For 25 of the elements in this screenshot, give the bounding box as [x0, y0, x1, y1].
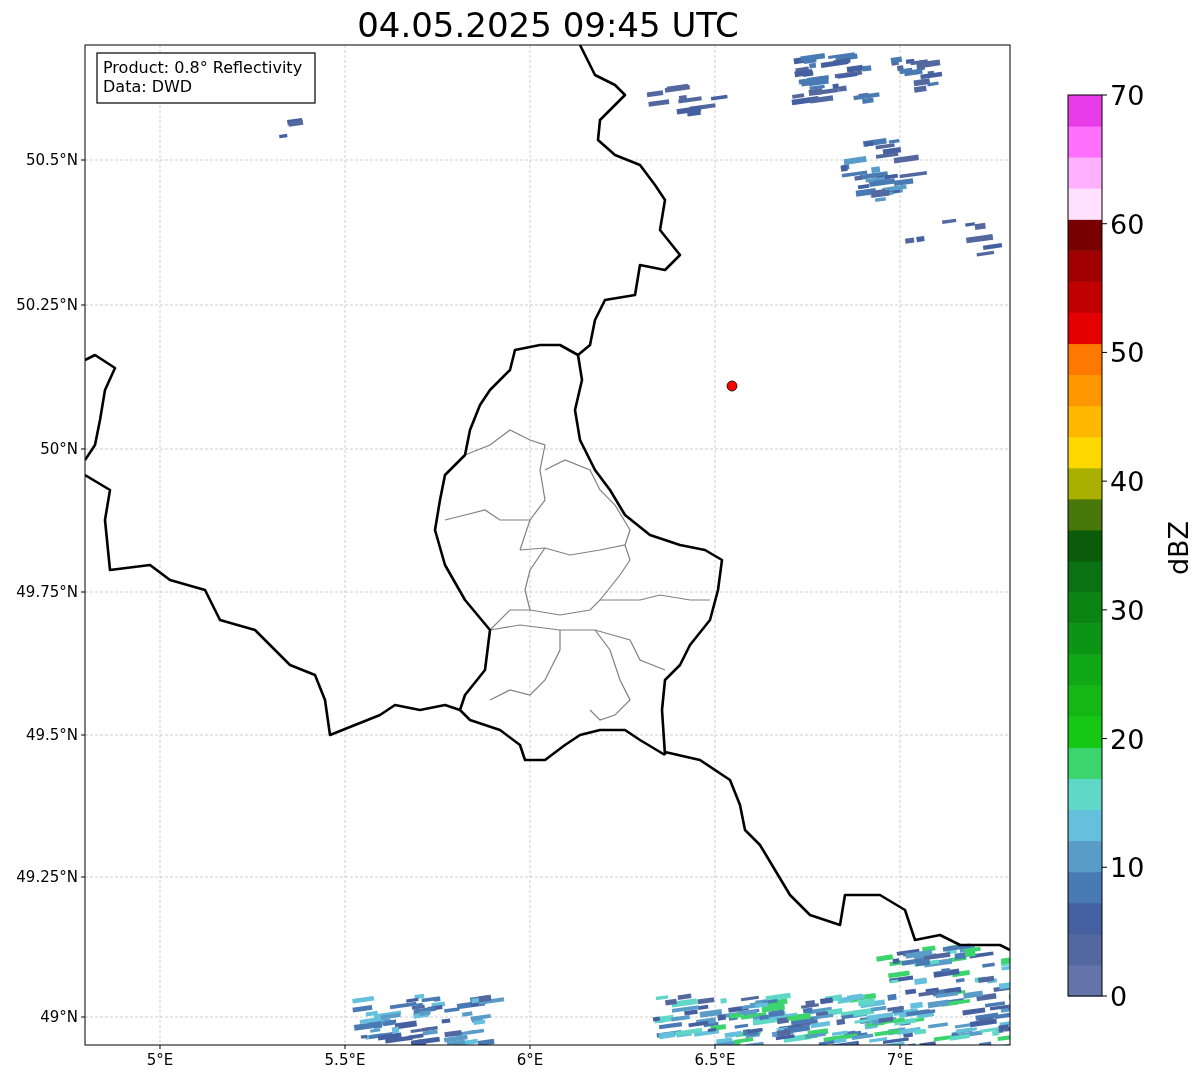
colorbar-tick-label: 70	[1110, 80, 1145, 111]
axis-tick-label: 7°E	[886, 1051, 914, 1069]
axis-tick-label: 49.25°N	[16, 868, 78, 886]
colorbar-tick-label: 0	[1110, 981, 1128, 1012]
radar-site-icon	[726, 380, 738, 392]
axis-tick-label: 50°N	[40, 440, 78, 458]
axis-tick-label: 49.75°N	[16, 583, 78, 601]
colorbar-tick-label: 10	[1110, 852, 1145, 884]
axis-tick-label: 6.5°E	[694, 1051, 736, 1069]
colorbar-label: dBZ	[1163, 520, 1194, 576]
axis-tick-label: 50.5°N	[25, 151, 78, 169]
colorbar-tick-label: 60	[1110, 208, 1145, 240]
axis-tick-label: 5.5°E	[324, 1051, 366, 1069]
info-text: Data: DWD	[103, 77, 193, 96]
colorbar-tick-label: 20	[1110, 723, 1145, 755]
colorbar-tick-label: 40	[1110, 466, 1145, 498]
axis-tick-label: 49.5°N	[25, 726, 78, 744]
info-text: Product: 0.8° Reflectivity	[103, 58, 303, 77]
colorbar-tick-label: 50	[1110, 337, 1145, 369]
colorbar-tick-label: 30	[1110, 594, 1145, 626]
axis-tick-label: 49°N	[40, 1008, 78, 1026]
axis-tick-label: 50.25°N	[16, 296, 78, 314]
axis-tick-label: 6°E	[516, 1051, 544, 1069]
axis-tick-label: 5°E	[146, 1051, 174, 1069]
chart-title: 04.05.2025 09:45 UTC	[357, 5, 739, 45]
